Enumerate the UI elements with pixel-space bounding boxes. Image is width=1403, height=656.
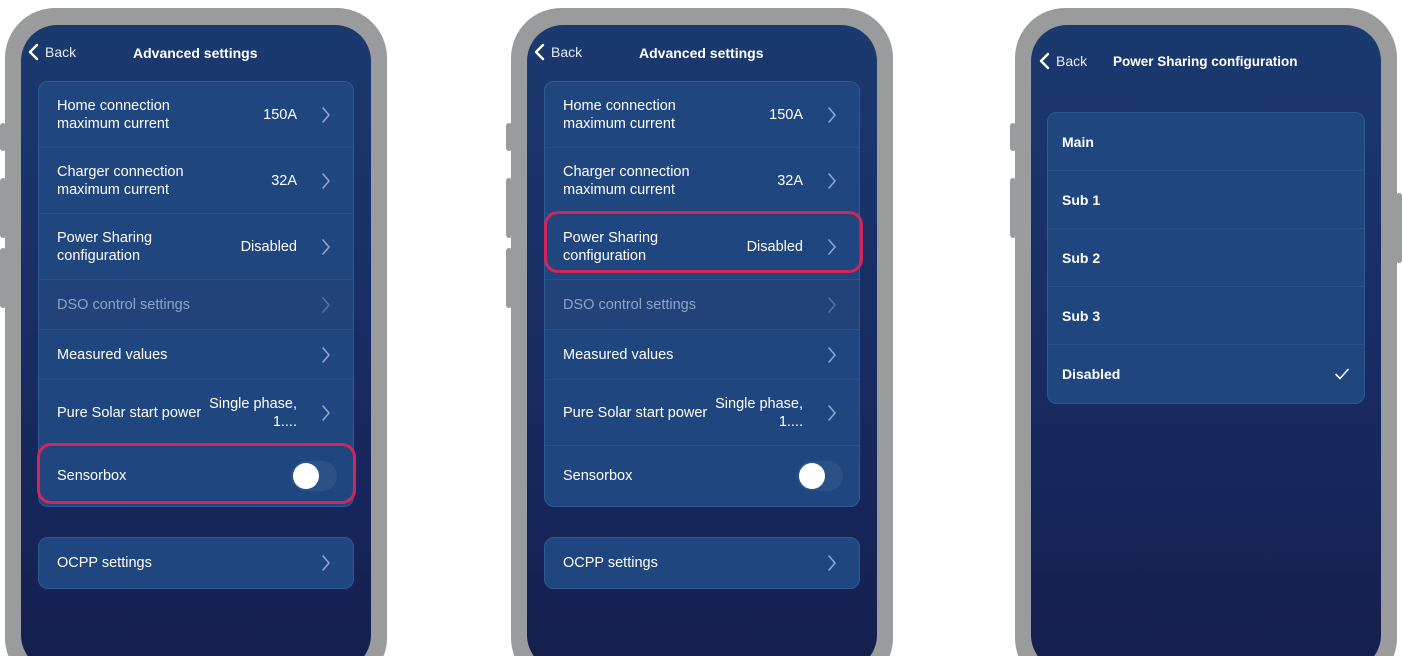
chevron-left-icon	[28, 43, 39, 61]
row-label: DSO control settings	[563, 296, 696, 313]
row-label: Sensorbox	[563, 468, 633, 484]
screen-advanced-settings-2: Back Advanced settings Home connection m…	[527, 25, 877, 656]
row-value: Single phase, 1....	[209, 395, 297, 430]
settings-row-dso-control: DSO control settings	[545, 280, 859, 330]
toggle-knob	[799, 463, 825, 489]
toggle-knob	[293, 463, 319, 489]
settings-row-ocpp[interactable]: OCPP settings	[545, 538, 859, 588]
option-label: Sub 3	[1062, 307, 1101, 324]
option-label: Disabled	[1062, 366, 1121, 382]
settings-row-power-sharing[interactable]: Power Sharing configuration Disabled	[39, 214, 353, 280]
row-label: Measured values	[57, 346, 168, 363]
row-label: Power Sharing configuration	[563, 229, 659, 264]
sensorbox-toggle[interactable]	[797, 461, 843, 491]
page-title: Advanced settings	[639, 45, 764, 61]
phone-mockup-2: Back Advanced settings Home connection m…	[506, 8, 893, 656]
settings-row-dso-control: DSO control settings	[39, 280, 353, 330]
settings-card: Home connection maximum current 150A Cha…	[544, 81, 860, 507]
chevron-right-icon	[828, 296, 836, 313]
checkmark-icon	[1335, 368, 1349, 380]
option-label: Sub 2	[1062, 249, 1101, 266]
row-value: 150A	[263, 106, 297, 123]
back-button[interactable]: Back	[533, 43, 582, 61]
chevron-left-icon	[534, 43, 545, 61]
ocpp-card: OCPP settings	[544, 537, 860, 589]
phone-mockup-3: Back Power Sharing configuration Main Su…	[1010, 8, 1402, 656]
chevron-right-icon	[828, 346, 836, 363]
row-label: Power Sharing configuration	[57, 229, 153, 264]
row-value: Disabled	[240, 238, 297, 255]
option-main[interactable]: Main	[1048, 113, 1364, 171]
row-label: Sensorbox	[57, 468, 127, 484]
row-label: Pure Solar start power	[57, 404, 202, 421]
chevron-right-icon	[828, 238, 836, 255]
row-label: Pure Solar start power	[563, 404, 708, 421]
option-sub-2[interactable]: Sub 2	[1048, 229, 1364, 287]
chevron-right-icon	[322, 346, 330, 363]
back-button[interactable]: Back	[1038, 52, 1087, 70]
chevron-right-icon	[828, 106, 836, 123]
row-label: Charger connection maximum current	[563, 163, 690, 198]
row-value: Single phase, 1....	[715, 395, 803, 430]
chevron-right-icon	[828, 172, 836, 189]
settings-row-sensorbox: Sensorbox	[545, 446, 859, 506]
chevron-right-icon	[322, 238, 330, 255]
row-value: Disabled	[746, 238, 803, 255]
settings-row-pure-solar[interactable]: Pure Solar start power Single phase, 1..…	[545, 380, 859, 446]
row-label: DSO control settings	[57, 296, 190, 313]
chevron-right-icon	[828, 555, 836, 571]
back-button[interactable]: Back	[27, 43, 76, 61]
settings-row-power-sharing[interactable]: Power Sharing configuration Disabled	[545, 214, 859, 280]
row-label: Measured values	[563, 346, 674, 363]
screen-power-sharing-configuration: Back Power Sharing configuration Main Su…	[1031, 25, 1381, 656]
screen-advanced-settings-1: Back Advanced settings Home connection m…	[21, 25, 371, 656]
row-label: Home connection maximum current	[57, 97, 170, 132]
back-label: Back	[1056, 53, 1088, 69]
settings-row-charger-connection[interactable]: Charger connection maximum current 32A	[545, 148, 859, 214]
row-label: OCPP settings	[57, 555, 152, 571]
row-label: Charger connection maximum current	[57, 163, 184, 198]
settings-row-home-connection[interactable]: Home connection maximum current 150A	[39, 82, 353, 148]
settings-row-home-connection[interactable]: Home connection maximum current 150A	[545, 82, 859, 148]
phone-mockup-1: Back Advanced settings Home connection m…	[0, 8, 387, 656]
chevron-right-icon	[322, 296, 330, 313]
row-label: Home connection maximum current	[563, 97, 676, 132]
ocpp-card: OCPP settings	[38, 537, 354, 589]
settings-card: Home connection maximum current 150A Cha…	[38, 81, 354, 507]
back-label: Back	[45, 44, 77, 60]
option-label: Main	[1062, 133, 1094, 150]
chevron-right-icon	[322, 555, 330, 571]
settings-row-sensorbox: Sensorbox	[39, 446, 353, 506]
page-title: Advanced settings	[133, 45, 258, 61]
option-label: Sub 1	[1062, 191, 1101, 208]
row-value: 150A	[769, 106, 803, 123]
option-sub-3[interactable]: Sub 3	[1048, 287, 1364, 345]
option-sub-1[interactable]: Sub 1	[1048, 171, 1364, 229]
chevron-right-icon	[828, 404, 836, 421]
settings-row-charger-connection[interactable]: Charger connection maximum current 32A	[39, 148, 353, 214]
settings-row-measured-values[interactable]: Measured values	[39, 330, 353, 380]
chevron-left-icon	[1039, 52, 1050, 70]
row-value: 32A	[777, 172, 803, 189]
sensorbox-toggle[interactable]	[291, 461, 337, 491]
settings-row-measured-values[interactable]: Measured values	[545, 330, 859, 380]
settings-row-ocpp[interactable]: OCPP settings	[39, 538, 353, 588]
chevron-right-icon	[322, 106, 330, 123]
chevron-right-icon	[322, 404, 330, 421]
chevron-right-icon	[322, 172, 330, 189]
option-disabled[interactable]: Disabled	[1048, 345, 1364, 403]
power-sharing-options: Main Sub 1 Sub 2 Sub 3 Disabled	[1047, 112, 1365, 404]
back-label: Back	[551, 44, 583, 60]
page-title: Power Sharing configuration	[1113, 54, 1298, 69]
row-value: 32A	[271, 172, 297, 189]
settings-row-pure-solar[interactable]: Pure Solar start power Single phase, 1..…	[39, 380, 353, 446]
row-label: OCPP settings	[563, 555, 658, 571]
